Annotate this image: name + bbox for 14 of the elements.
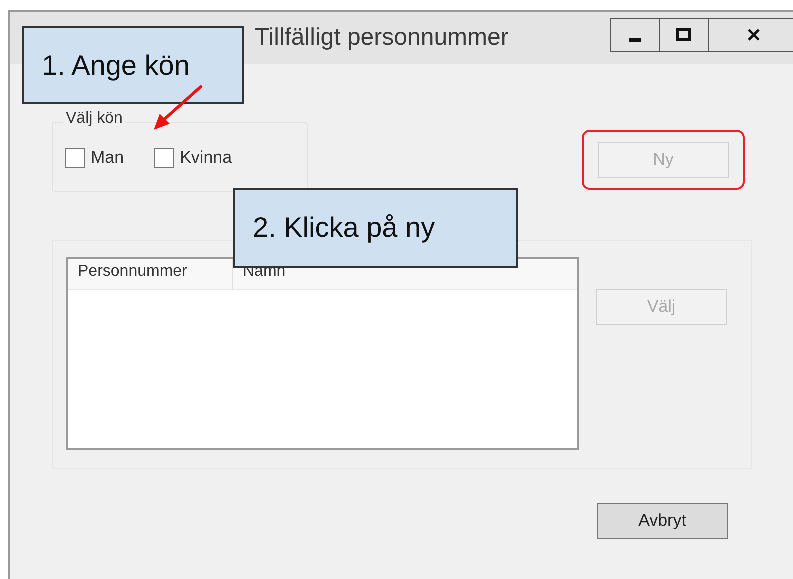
gender-checkbox[interactable]: Man bbox=[65, 148, 124, 168]
gender-checkbox[interactable]: Kvinna bbox=[154, 148, 232, 168]
cancel-button[interactable]: Avbryt bbox=[597, 503, 728, 539]
minimize-button[interactable] bbox=[610, 18, 660, 52]
callout-tooltip: 1. Ange kön bbox=[22, 26, 244, 104]
window-title: Tillfälligt personnummer bbox=[255, 24, 509, 52]
maximize-button[interactable] bbox=[659, 18, 709, 52]
maximize-icon bbox=[676, 27, 692, 43]
minimize-icon bbox=[629, 38, 641, 42]
close-button[interactable] bbox=[708, 18, 793, 52]
callout-tooltip: 2. Klicka på ny bbox=[233, 188, 518, 268]
close-icon bbox=[746, 27, 762, 43]
arrow-icon bbox=[153, 85, 203, 131]
group-label: Välj kön bbox=[63, 110, 126, 128]
